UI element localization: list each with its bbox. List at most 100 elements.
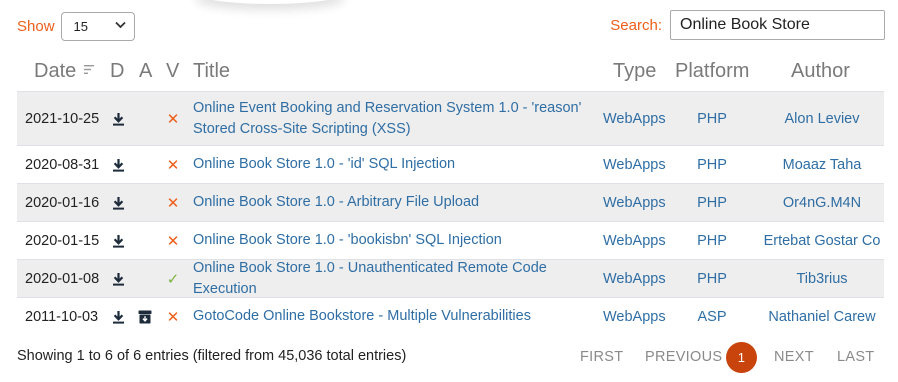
entries-per-page-value: 15 [73,18,88,34]
vulnerable-app-cell [135,184,155,221]
column-header-d[interactable]: D [110,58,124,84]
row-author-link[interactable]: Or4nG.M4N [761,184,883,221]
dropdown-shadow [195,0,345,4]
close-icon: ✕ [166,194,180,212]
verified-status: ✓ [165,260,181,297]
column-header-date-label: Date [34,60,77,82]
vulnerable-app-cell [135,260,155,297]
chevron-down-icon [114,20,126,32]
vulnerable-app-cell [135,222,155,259]
exploit-title-link[interactable]: GotoCode Online Bookstore - Multiple Vul… [193,298,595,335]
show-label: Show [17,17,55,35]
row-platform-link[interactable]: PHP [675,222,749,259]
exploit-title-link[interactable]: Online Book Store 1.0 - Arbitrary File U… [193,184,595,221]
download-exploit-button[interactable] [109,222,127,259]
download-icon [112,158,125,172]
row-platform-link[interactable]: ASP [675,298,749,335]
vulnerable-app-cell[interactable] [135,298,155,335]
vulnerable-app-cell [135,146,155,183]
row-date: 2020-01-08 [25,270,100,287]
exploit-title-line: Online Book Store 1.0 - 'id' SQL Injecti… [193,156,456,172]
vulnerable-app-cell [135,92,155,145]
row-date: 2020-01-15 [25,232,100,249]
exploit-title-link[interactable]: Online Book Store 1.0 - 'id' SQL Injecti… [193,146,595,183]
row-platform-link[interactable]: PHP [675,92,749,145]
row-author-link[interactable]: Nathaniel Carew [761,298,883,335]
row-date: 2011-10-03 [25,308,99,325]
exploit-title-line: Online Book Store 1.0 - Arbitrary File U… [193,194,480,210]
download-icon [112,196,125,210]
sort-icon [82,64,95,77]
column-header-platform[interactable]: Platform [675,58,749,84]
row-author-link[interactable]: Ertebat Gostar Co [761,222,883,259]
table-row: 2020-01-08 ✓ Online Book Store 1.0 - Unaut… [17,259,884,297]
table-info: Showing 1 to 6 of 6 entries (filtered fr… [17,348,407,364]
table-row: 2020-01-15 ✕ Online Book Store 1.0 - 'book… [17,221,884,259]
close-icon: ✕ [166,232,180,250]
exploit-title-link[interactable]: Online Book Store 1.0 - 'bookisbn' SQL I… [193,222,595,259]
row-author-link[interactable]: Tib3rius [761,260,883,297]
verified-status: ✕ [165,184,181,221]
pagination-previous[interactable]: PREVIOUS [645,342,722,372]
table-row: 2020-08-31 ✕ Online Book Store 1.0 - 'id' … [17,145,884,183]
row-type-link[interactable]: WebApps [603,184,666,221]
search-label: Search: [610,16,662,34]
table-row: 2021-10-25 ✕ Online Event Booking and Rese… [17,91,884,145]
download-exploit-button[interactable] [109,146,127,183]
verified-status: ✕ [165,146,181,183]
verified-status: ✕ [165,298,181,335]
check-icon: ✓ [166,270,180,288]
row-type-link[interactable]: WebApps [603,146,666,183]
close-icon: ✕ [166,308,180,326]
download-icon [112,310,125,324]
row-date: 2020-08-31 [25,156,100,173]
row-platform-link[interactable]: PHP [675,260,749,297]
row-type-link[interactable]: WebApps [603,222,666,259]
verified-status: ✕ [165,92,181,145]
download-exploit-button[interactable] [109,260,127,297]
exploit-title-link[interactable]: Online Event Booking and Reservation Sys… [193,92,595,145]
row-author-link[interactable]: Alon Leviev [761,92,883,145]
exploit-title-link[interactable]: Online Book Store 1.0 - Unauthenticated … [193,260,595,297]
column-header-v[interactable]: V [166,58,179,84]
download-icon [112,272,125,286]
table-row: 2020-01-16 ✕ Online Book Store 1.0 - Arbit… [17,183,884,221]
row-date: 2021-10-25 [25,110,100,127]
close-icon: ✕ [166,110,180,128]
exploit-title-line: Online Book Store 1.0 - Unauthenticated … [193,259,547,297]
column-header-type[interactable]: Type [613,58,656,84]
exploit-title-line: Online Event Booking and Reservation Sys… [193,99,582,116]
row-platform-link[interactable]: PHP [675,184,749,221]
row-type-link[interactable]: WebApps [603,298,666,335]
pagination-first[interactable]: FIRST [580,342,623,372]
pagination: FIRST PREVIOUS 1 NEXT LAST [568,342,898,373]
download-icon [112,234,125,248]
exploits-table: 2021-10-25 ✕ Online Event Booking and Rese… [17,91,884,335]
pagination-current-page[interactable]: 1 [726,342,757,373]
download-icon [112,112,125,126]
column-header-date[interactable]: Date [34,58,95,85]
exploit-title-line: Stored Cross-Site Scripting (XSS) [193,120,411,137]
row-type-link[interactable]: WebApps [603,260,666,297]
pagination-last[interactable]: LAST [837,342,874,372]
column-header-author[interactable]: Author [791,58,850,84]
pagination-next[interactable]: NEXT [774,342,814,372]
column-header-a[interactable]: A [139,58,152,84]
download-exploit-button[interactable] [109,298,127,335]
search-box: Search: [610,10,885,40]
close-icon: ✕ [166,156,180,174]
column-header-title[interactable]: Title [193,58,230,84]
table-row: 2011-10-03 ✕ GotoCode Online Bookstore - M… [17,297,884,335]
exploit-title-line: GotoCode Online Bookstore - Multiple Vul… [193,308,531,324]
length-menu: Show 15 [17,11,135,41]
download-exploit-button[interactable] [109,92,127,145]
archive-icon [138,310,152,324]
table-header: Date D A V Title Type Platform Author [0,58,898,84]
row-platform-link[interactable]: PHP [675,146,749,183]
search-input[interactable] [670,10,885,40]
row-type-link[interactable]: WebApps [603,92,666,145]
download-exploit-button[interactable] [109,184,127,221]
exploit-title-line: Online Book Store 1.0 - 'bookisbn' SQL I… [193,232,502,248]
row-author-link[interactable]: Moaaz Taha [761,146,883,183]
entries-per-page-select[interactable]: 15 [60,11,135,41]
